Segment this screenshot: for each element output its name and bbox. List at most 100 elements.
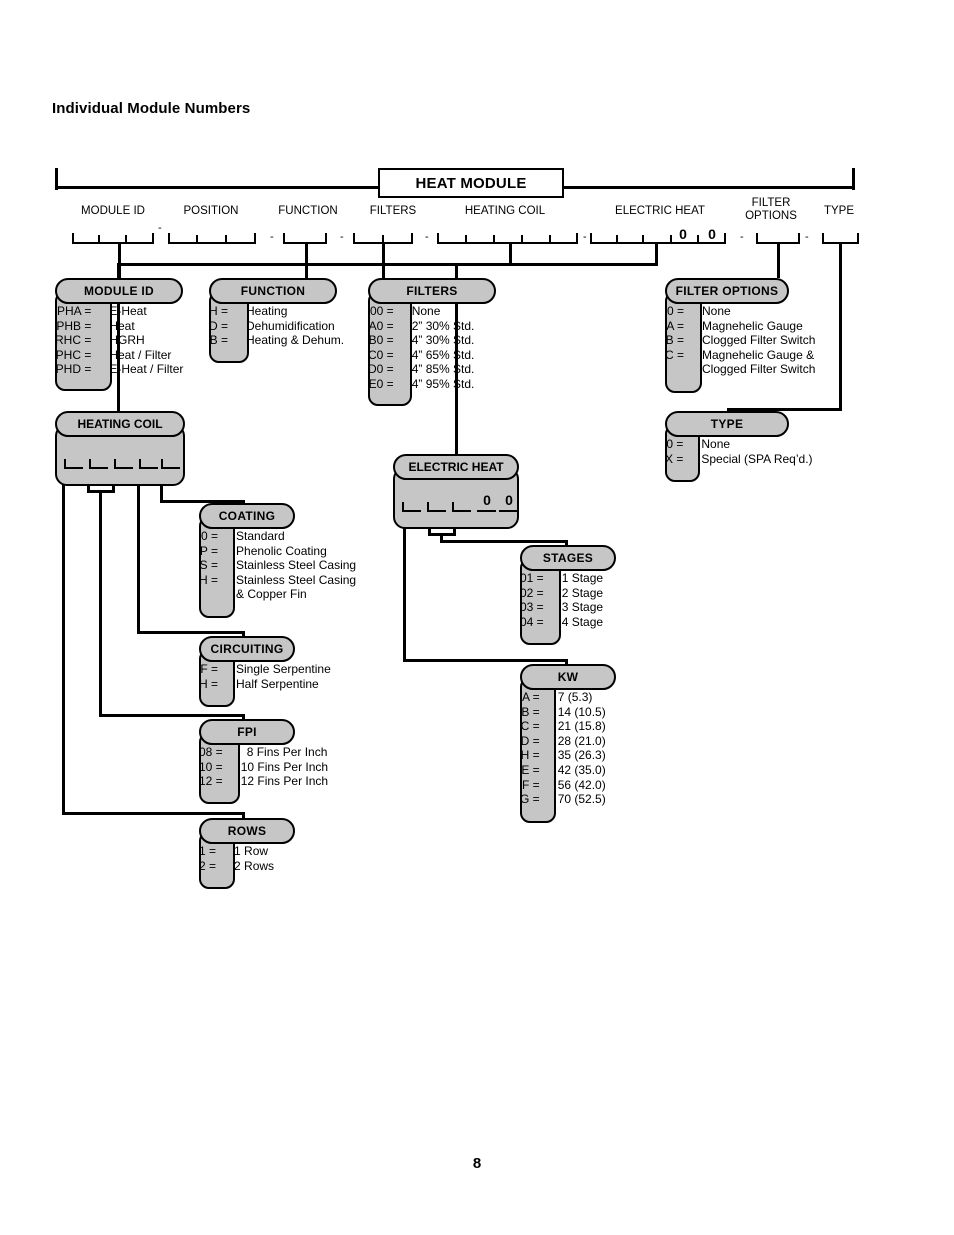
code-cell: 0 = (666, 437, 684, 451)
eh-slot-1 (402, 510, 421, 512)
coil-slot-2 (89, 467, 108, 469)
table-row: G = 70 (52.5) (520, 792, 606, 807)
eh-fixed-digit-2: 0 (505, 492, 513, 508)
electric-heat-fixed-digit-1: 0 (679, 226, 687, 242)
coating-title: COATING (199, 503, 295, 529)
code-cell: B = (521, 704, 540, 719)
page-title: Individual Module Numbers (52, 100, 251, 117)
slot-separator-6: - (740, 231, 744, 243)
table-row: E0 = 4” 95% Std. (368, 377, 475, 392)
code-cell: F = (200, 662, 219, 676)
code-cell: 2 = (199, 858, 217, 873)
table-row: P = Phenolic Coating (199, 544, 356, 559)
desc-cell: 1 Stage (561, 571, 604, 585)
table-row: 02 = 2 Stage (520, 586, 603, 601)
desc-cell: 35 (26.3) (557, 748, 606, 763)
table-row: H = Stainless Steel Casing (199, 573, 356, 588)
coil-slot-5 (161, 467, 180, 469)
eh-fixed-digit-1: 0 (483, 492, 491, 508)
module-id-table: PHA = E-Heat PHB = Heat RHC = HGRH PHC = Hea… (55, 304, 183, 377)
coil-slot-1 (64, 467, 83, 469)
table-row: F = Single Serpentine (199, 662, 330, 677)
desc-cell: None (411, 304, 441, 318)
slot-group-filters (353, 228, 413, 244)
table-row: D = Dehumidification (209, 319, 344, 334)
table-row: C = Magnehelic Gauge & (665, 348, 815, 363)
slot-separator-3: - (340, 231, 344, 243)
desc-cell: 2” 30% Std. (411, 318, 475, 333)
circuiting-table: F = Single Serpentine H = Half Serpentine (199, 662, 331, 691)
coil-tick-5 (161, 459, 163, 468)
heating-coil-title: HEATING COIL (55, 411, 185, 437)
slot-group-heating-coil (437, 228, 578, 244)
code-cell: 04 = (520, 614, 544, 629)
desc-cell: Standard (236, 529, 285, 543)
desc-cell: 28 (21.0) (557, 733, 606, 748)
fpi-table: 08 = 8 Fins Per Inch 10 = 10 Fins Per Inch… (199, 745, 328, 789)
eh-slot-fixed-1 (477, 510, 496, 512)
table-row: PHD = E-Heat / Filter (55, 362, 184, 377)
connector-heating-coil-left (117, 263, 512, 266)
desc-cell: 3 Stage (561, 600, 604, 615)
table-row: C0 = 4” 65% Std. (368, 348, 474, 363)
code-cell: B = (209, 333, 229, 348)
code-cell: C0 = (368, 347, 394, 362)
desc-cell: E-Heat (109, 304, 147, 318)
code-cell: PHD = (55, 362, 92, 377)
table-row: B0 = 4” 30% Std. (368, 333, 475, 348)
table-row: F = 56 (42.0) (520, 778, 606, 793)
slot-separator-7: - (805, 231, 809, 243)
kw-table: A = 7 (5.3) B = 14 (10.5) C = 21 (15.8) D =… (520, 690, 606, 807)
code-cell: PHA = (56, 304, 92, 318)
connector-filters (382, 243, 385, 278)
slot-group-module-id (72, 228, 154, 244)
connector-filter-options (777, 243, 780, 278)
caption-electric-heat: ELECTRIC HEAT (615, 205, 705, 217)
table-row: B = 14 (10.5) (520, 704, 605, 720)
slot-group-function (283, 228, 327, 244)
stages-title: STAGES (520, 545, 616, 571)
connector-electric-heat-left (455, 263, 658, 266)
eh-tick-1 (402, 502, 404, 511)
code-cell: D = (520, 733, 540, 748)
table-row: B = Clogged Filter Switch (665, 333, 816, 348)
code-cell: H = (199, 572, 219, 587)
code-cell: E = (521, 762, 540, 777)
code-cell: H = (209, 304, 229, 318)
eh-slot-fixed-2 (499, 510, 518, 512)
coil-branch-fpi-h (99, 714, 245, 717)
coil-tick-4 (139, 459, 141, 468)
desc-cell: Magnehelic Gauge (702, 318, 803, 333)
desc-cell: Stainless Steel Casing (236, 572, 357, 587)
eh-slot-2 (427, 510, 446, 512)
table-row: 10 = 10 Fins Per Inch (199, 760, 328, 775)
caption-type: TYPE (823, 205, 855, 217)
code-cell: 0 = (667, 304, 685, 318)
desc-cell: Magnehelic Gauge & (702, 347, 815, 362)
filters-title: FILTERS (368, 278, 496, 304)
code-cell: G = (520, 792, 540, 807)
table-row: H = Half Serpentine (199, 677, 331, 692)
table-row: 0 = None (665, 437, 813, 452)
table-row: C = 21 (15.8) (520, 719, 606, 734)
code-cell: 03 = (520, 600, 544, 615)
rail-end-left (55, 168, 58, 190)
table-row: E = 42 (35.0) (520, 762, 606, 778)
table-row: B = Heating & Dehum. (209, 333, 344, 348)
connector-type-vertical (839, 243, 842, 411)
code-cell: S = (199, 558, 219, 573)
table-row: H = 35 (26.3) (520, 748, 606, 763)
code-cell: PHB = (56, 318, 92, 333)
code-cell: PHC = (55, 347, 92, 362)
table-row: 0 = Standard (199, 529, 356, 544)
slot-separator-1: - (158, 222, 162, 234)
function-title: FUNCTION (209, 278, 337, 304)
desc-cell: 4” 65% Std. (411, 347, 475, 362)
eh-branch-kw-v (403, 510, 406, 660)
coil-slot-4 (139, 467, 158, 469)
slot-group-electric-heat: 0 0 (590, 226, 726, 244)
desc-cell: 42 (35.0) (557, 762, 606, 777)
slot-separator-2: - (270, 231, 274, 243)
table-row: 01 = 1 Stage (520, 571, 603, 586)
desc-cell: 8 Fins Per Inch (246, 745, 328, 759)
